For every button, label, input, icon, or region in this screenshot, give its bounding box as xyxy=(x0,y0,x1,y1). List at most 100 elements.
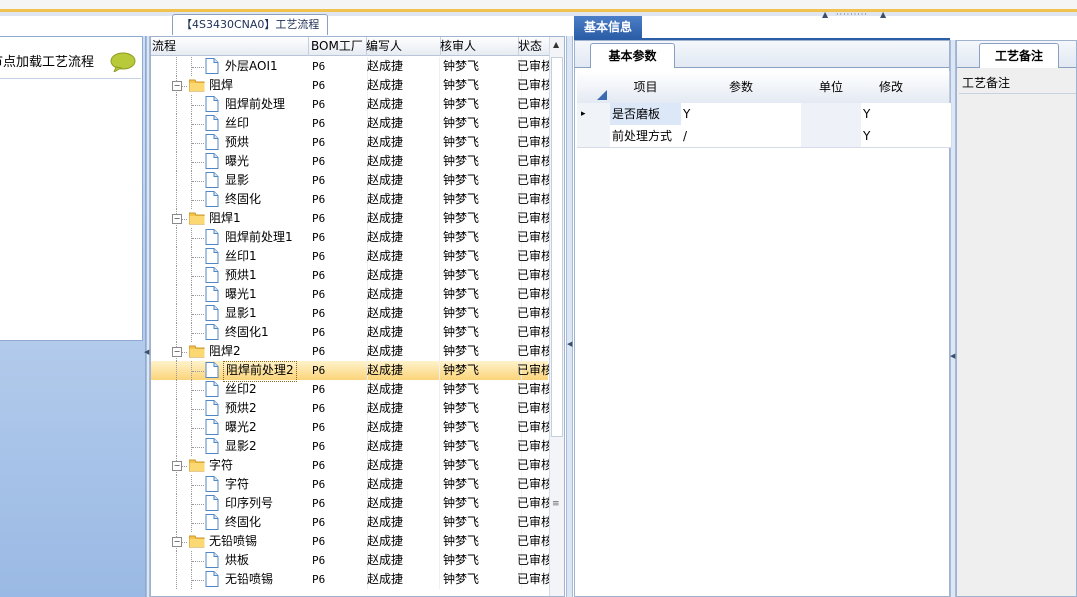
tree-node-label[interactable]: 曝光 xyxy=(223,152,251,171)
tree-node-label[interactable]: 阻焊前处理2 xyxy=(223,361,297,382)
process-flow-tab[interactable]: 【4S3430CNA0】工艺流程 xyxy=(172,14,329,35)
param-row[interactable]: 前处理方式 / Y xyxy=(577,125,952,148)
tree-node-label[interactable]: 字符 xyxy=(223,475,251,494)
tree-node-label[interactable]: 显影2 xyxy=(223,437,259,456)
tree-node-label[interactable]: 烘板 xyxy=(223,551,251,570)
tree-row[interactable]: 预烘 P6 赵成捷 钟梦飞 已审核 xyxy=(151,133,551,152)
tree-node-label[interactable]: 丝印1 xyxy=(223,247,259,266)
tree-node-label[interactable]: 阻焊2 xyxy=(207,342,243,361)
collapse-toggle-icon[interactable]: − xyxy=(172,214,182,224)
tree-group-row[interactable]: − 阻焊1 P6 赵成捷 钟梦飞 已审核 xyxy=(151,209,551,228)
tree-row[interactable]: 显影1 P6 赵成捷 钟梦飞 已审核 xyxy=(151,304,551,323)
col-header-param[interactable]: 参数 xyxy=(681,71,802,104)
center-splitter[interactable] xyxy=(566,36,573,597)
tree-row[interactable]: 终固化 P6 赵成捷 钟梦飞 已审核 xyxy=(151,190,551,209)
param-modify-cell[interactable]: Y xyxy=(861,103,924,126)
tree-node-label[interactable]: 无铅喷锡 xyxy=(223,570,275,589)
param-value-cell[interactable]: / xyxy=(681,125,804,148)
col-header-flow[interactable]: 流程 xyxy=(151,37,309,56)
tree-row[interactable]: 终固化1 P6 赵成捷 钟梦飞 已审核 xyxy=(151,323,551,342)
tree-node-label[interactable]: 印序列号 xyxy=(223,494,275,513)
col-header-status[interactable]: 状态 xyxy=(515,37,553,56)
col-header-modify[interactable]: 修改 xyxy=(861,71,922,104)
tree-group-row[interactable]: − 无铅喷锡 P6 赵成捷 钟梦飞 已审核 xyxy=(151,532,551,551)
collapse-toggle-icon[interactable]: − xyxy=(172,347,182,357)
param-modify-cell[interactable]: Y xyxy=(861,125,924,148)
basic-params-tab[interactable]: 基本参数 xyxy=(590,43,675,68)
tree-group-row[interactable]: − 阻焊2 P6 赵成捷 钟梦飞 已审核 xyxy=(151,342,551,361)
tree-node-label[interactable]: 显影 xyxy=(223,171,251,190)
tree-row[interactable]: 曝光 P6 赵成捷 钟梦飞 已审核 xyxy=(151,152,551,171)
tree-row[interactable]: 显影2 P6 赵成捷 钟梦飞 已审核 xyxy=(151,437,551,456)
tree-row[interactable]: 字符 P6 赵成捷 钟梦飞 已审核 xyxy=(151,475,551,494)
tree-node-label[interactable]: 丝印 xyxy=(223,114,251,133)
tree-node-label[interactable]: 预烘2 xyxy=(223,399,259,418)
tree-node-label[interactable]: 终固化1 xyxy=(223,323,271,342)
tree-node-label[interactable]: 字符 xyxy=(207,456,235,475)
tree-row[interactable]: 曝光1 P6 赵成捷 钟梦飞 已审核 xyxy=(151,285,551,304)
basic-info-tab[interactable]: 基本信息 xyxy=(574,16,642,38)
tree-node-label[interactable]: 无铅喷锡 xyxy=(207,532,259,551)
tree-row[interactable]: 终固化 P6 赵成捷 钟梦飞 已审核 xyxy=(151,513,551,532)
collapse-left-icon[interactable]: ◀ xyxy=(144,348,149,356)
process-notes-tab[interactable]: 工艺备注 xyxy=(979,43,1059,68)
col-header-reviewer[interactable]: 核审人 xyxy=(437,37,519,56)
vertical-scrollbar[interactable]: ▲ ≡ xyxy=(549,37,564,596)
tree-node-label[interactable]: 阻焊前处理1 xyxy=(223,228,295,247)
collapse-right-icon[interactable]: ◀ xyxy=(950,352,955,360)
col-header-bom[interactable]: BOM工厂 xyxy=(308,37,367,56)
tree-node-label[interactable]: 曝光1 xyxy=(223,285,259,304)
tree-row[interactable]: 预烘2 P6 赵成捷 钟梦飞 已审核 xyxy=(151,399,551,418)
tree-row[interactable]: 丝印 P6 赵成捷 钟梦飞 已审核 xyxy=(151,114,551,133)
reviewer-cell: 钟梦飞 xyxy=(437,456,522,475)
scroll-up-icon[interactable]: ▲ xyxy=(553,40,559,49)
col-header-item[interactable]: 项目 xyxy=(610,71,682,104)
chat-bubble-icon[interactable] xyxy=(110,52,136,72)
tree-row[interactable]: 无铅喷锡 P6 赵成捷 钟梦飞 已审核 xyxy=(151,570,551,589)
tree-row[interactable]: 丝印2 P6 赵成捷 钟梦飞 已审核 xyxy=(151,380,551,399)
tree-node-label[interactable]: 终固化 xyxy=(223,513,263,532)
tree-row[interactable]: 阻焊前处理1 P6 赵成捷 钟梦飞 已审核 xyxy=(151,228,551,247)
splitter-grip-icon[interactable]: ········· xyxy=(836,10,868,19)
col-header-unit[interactable]: 单位 xyxy=(801,71,862,104)
tree-node-label[interactable]: 外层AOI1 xyxy=(223,57,280,76)
bom-cell: P6 xyxy=(310,171,368,190)
param-value-cell[interactable]: Y xyxy=(681,103,804,126)
tree-group-row[interactable]: − 阻焊 P6 赵成捷 钟梦飞 已审核 xyxy=(151,76,551,95)
tree-node-label[interactable]: 预烘1 xyxy=(223,266,259,285)
collapse-down-icon[interactable]: ▲ xyxy=(880,10,887,19)
row-header-corner[interactable] xyxy=(577,71,611,104)
writer-cell: 赵成捷 xyxy=(365,247,440,266)
collapse-toggle-icon[interactable]: − xyxy=(172,81,182,91)
param-row[interactable]: ▸ 是否磨板 Y Y xyxy=(577,103,952,126)
tree-node-label[interactable]: 显影1 xyxy=(223,304,259,323)
tree-row[interactable]: 预烘1 P6 赵成捷 钟梦飞 已审核 xyxy=(151,266,551,285)
tree-line xyxy=(176,57,177,76)
tree-row[interactable]: 显影 P6 赵成捷 钟梦飞 已审核 xyxy=(151,171,551,190)
tree-row[interactable]: 外层AOI1 P6 赵成捷 钟梦飞 已审核 xyxy=(151,57,551,76)
tree-row[interactable]: 阻焊前处理2 P6 赵成捷 钟梦飞 已审核 xyxy=(151,361,551,382)
collapse-center-icon[interactable]: ◀ xyxy=(567,340,572,348)
collapse-up-icon[interactable]: ▲ xyxy=(822,10,829,19)
scrollbar-grip-icon[interactable]: ≡ xyxy=(552,499,560,509)
bom-cell: P6 xyxy=(310,513,368,532)
tree-row[interactable]: 烘板 P6 赵成捷 钟梦飞 已审核 xyxy=(151,551,551,570)
collapse-toggle-icon[interactable]: − xyxy=(172,537,182,547)
tree-node-label[interactable]: 丝印2 xyxy=(223,380,259,399)
tree-node-label[interactable]: 阻焊1 xyxy=(207,209,243,228)
tree-node-label[interactable]: 终固化 xyxy=(223,190,263,209)
scrollbar-thumb[interactable] xyxy=(551,57,563,437)
collapse-toggle-icon[interactable]: − xyxy=(172,461,182,471)
tree-row[interactable]: 印序列号 P6 赵成捷 钟梦飞 已审核 xyxy=(151,494,551,513)
horizontal-splitter[interactable] xyxy=(0,12,1077,16)
tree-node-label[interactable]: 曝光2 xyxy=(223,418,259,437)
status-cell: 已审核 xyxy=(515,228,551,247)
tree-group-row[interactable]: − 字符 P6 赵成捷 钟梦飞 已审核 xyxy=(151,456,551,475)
tree-node-label[interactable]: 阻焊前处理 xyxy=(223,95,287,114)
tree-row[interactable]: 丝印1 P6 赵成捷 钟梦飞 已审核 xyxy=(151,247,551,266)
tree-row[interactable]: 阻焊前处理 P6 赵成捷 钟梦飞 已审核 xyxy=(151,95,551,114)
col-header-writer[interactable]: 编写人 xyxy=(363,37,441,56)
tree-node-label[interactable]: 预烘 xyxy=(223,133,251,152)
tree-row[interactable]: 曝光2 P6 赵成捷 钟梦飞 已审核 xyxy=(151,418,551,437)
tree-node-label[interactable]: 阻焊 xyxy=(207,76,235,95)
